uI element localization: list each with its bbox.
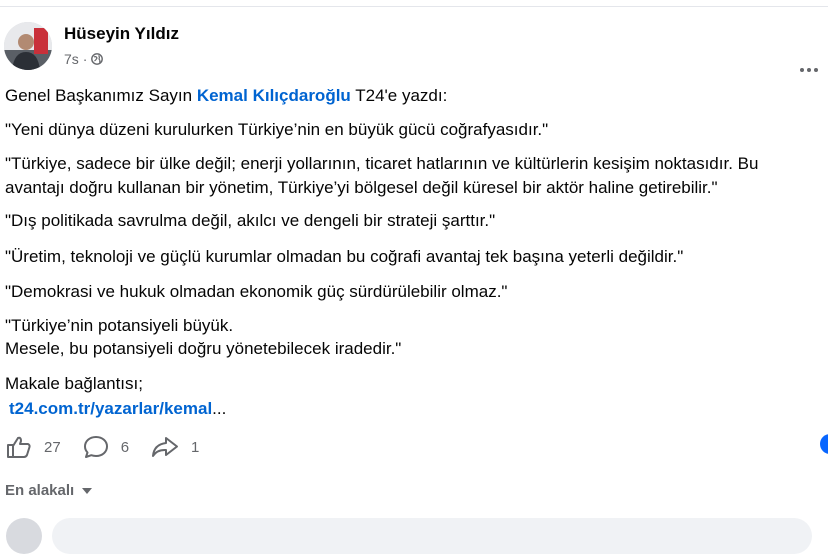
paragraph: avantajı doğru kullanan bir yönetim, Tür… <box>5 178 718 197</box>
paragraph: Makale bağlantısı; <box>5 374 143 393</box>
comment-input[interactable] <box>52 518 812 554</box>
post-time[interactable]: 7s <box>64 51 79 67</box>
chevron-down-icon <box>82 487 93 494</box>
current-user-avatar <box>6 518 42 554</box>
paragraph: "Yeni dünya düzeni kurulurken Türkiye’ni… <box>5 120 549 139</box>
share-button[interactable]: 1 <box>151 435 199 459</box>
post-intro: Genel Başkanımız Sayın Kemal Kılıçdaroğl… <box>5 86 448 105</box>
comment-count: 6 <box>120 438 130 456</box>
paragraph: Mesele, bu potansiyeli doğru yönetebilec… <box>5 339 402 358</box>
comments-sort-label: En alakalı <box>5 482 75 499</box>
more-icon <box>800 68 804 72</box>
post-header: Hüseyin Yıldız 7s · <box>4 22 826 74</box>
share-count: 1 <box>191 438 200 456</box>
paragraph: "Üretim, teknoloji ve güçlü kurumlar olm… <box>5 247 684 266</box>
more-options-button[interactable] <box>800 60 826 80</box>
comment-icon <box>83 436 108 458</box>
feed-divider <box>0 6 828 7</box>
article-link-line: t24.com.tr/yazarlar/kemal... <box>9 399 227 418</box>
scroll-hint-button[interactable] <box>820 434 828 454</box>
like-count: 27 <box>44 438 61 456</box>
author-name[interactable]: Hüseyin Yıldız <box>64 24 179 44</box>
author-avatar[interactable] <box>4 22 52 70</box>
share-icon <box>152 437 179 457</box>
comments-sort-dropdown[interactable]: En alakalı <box>5 482 93 499</box>
mention-link[interactable]: Kemal Kılıçdaroğlu <box>197 86 351 105</box>
comment-button[interactable]: 6 <box>83 435 129 459</box>
paragraph: "Türkiye’nin potansiyeli büyük. <box>5 316 234 335</box>
article-link[interactable]: t24.com.tr/yazarlar/kemal <box>9 399 212 418</box>
paragraph: "Dış politikada savrulma değil, akılcı v… <box>5 211 496 230</box>
like-icon <box>7 436 31 458</box>
globe-icon <box>91 53 104 65</box>
post-meta: 7s · <box>64 51 104 67</box>
paragraph: "Demokrasi ve hukuk olmadan ekonomik güç… <box>5 282 508 301</box>
paragraph: "Türkiye, sadece bir ülke değil; enerji … <box>5 154 759 173</box>
meta-separator: · <box>82 51 88 67</box>
like-button[interactable]: 27 <box>6 435 61 459</box>
post-actions: 27 6 1 <box>6 432 221 462</box>
